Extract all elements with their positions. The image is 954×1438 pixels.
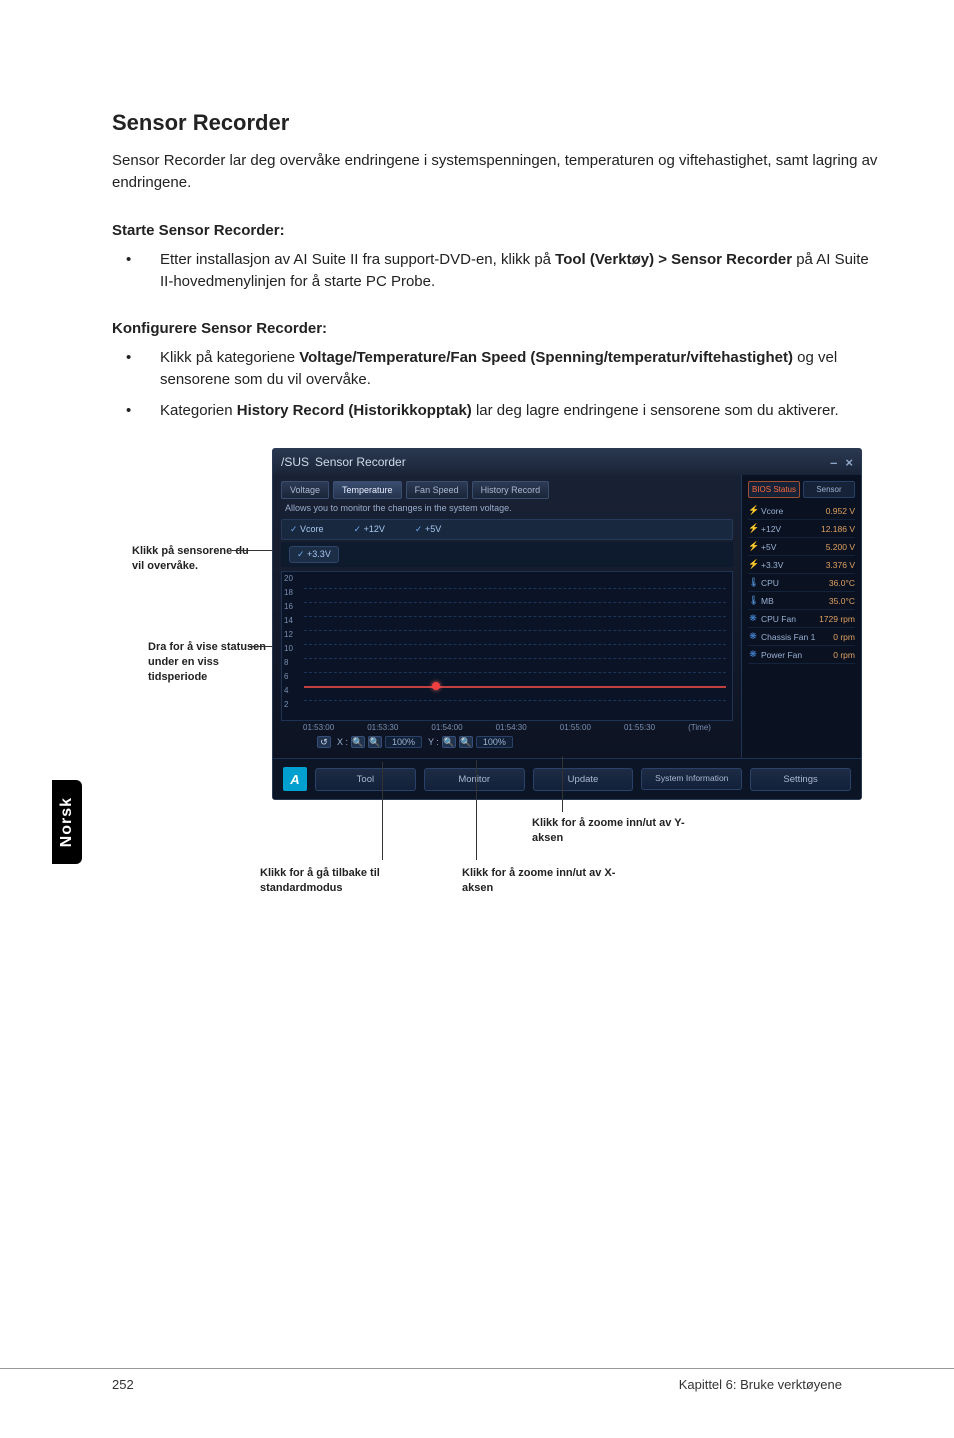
callout-reset: Klikk for å gå tilbake til standardmodus xyxy=(260,866,440,896)
config-heading: Konfigurere Sensor Recorder: xyxy=(112,320,882,337)
zoom-x-value: 100% xyxy=(385,736,422,748)
page-footer: 252 Kapittel 6: Bruke verktøyene xyxy=(0,1368,954,1392)
ai-suite-logo[interactable]: A xyxy=(283,767,307,791)
chapter-label: Kapittel 6: Bruke verktøyene xyxy=(679,1377,842,1392)
app-bottom-bar: A Tool Monitor Update System Information… xyxy=(273,758,861,799)
voltage-chart[interactable]: 20 18 16 14 12 10 8 6 4 2 xyxy=(281,571,733,721)
diagram: Klikk på sensorene du vil overvåke. Dra … xyxy=(112,448,882,800)
status-row: ❋CPU Fan1729 rpm xyxy=(748,610,855,628)
zoom-controls: ↺ X : 🔍 🔍 100% Y : 🔍 🔍 100% xyxy=(281,732,733,748)
status-row: 🌡CPU36.0°C xyxy=(748,574,855,592)
tab-description: Allows you to monitor the changes in the… xyxy=(285,503,733,513)
callout-zoom-y: Klikk for å zoome inn/ut av Y-aksen xyxy=(532,816,692,846)
close-icon[interactable]: × xyxy=(845,455,853,470)
status-row: ⚡Vcore0.952 V xyxy=(748,502,855,520)
status-row: ❋Power Fan0 rpm xyxy=(748,646,855,664)
ytick: 16 xyxy=(284,602,293,611)
fan-icon: ❋ xyxy=(748,649,758,660)
zoom-y-out-button[interactable]: 🔍 xyxy=(459,736,473,748)
minimize-icon[interactable]: – xyxy=(830,455,837,470)
tab-voltage[interactable]: Voltage xyxy=(281,481,329,499)
ytick: 2 xyxy=(284,700,288,709)
zoom-y-value: 100% xyxy=(476,736,513,748)
tab-bar: Voltage Temperature Fan Speed History Re… xyxy=(281,481,733,499)
sensor-recorder-window: /SUS Sensor Recorder – × Voltage Tempera… xyxy=(272,448,862,800)
callout-sensors: Klikk på sensorene du vil overvåke. xyxy=(132,544,252,574)
ytick: 8 xyxy=(284,658,288,667)
tab-fanspeed[interactable]: Fan Speed xyxy=(406,481,468,499)
list-item: Klikk på kategoriene Voltage/Temperature… xyxy=(112,347,882,392)
page-content: Sensor Recorder Sensor Recorder lar deg … xyxy=(112,110,882,800)
ytick: 6 xyxy=(284,672,288,681)
status-row: 🌡MB35.0°C xyxy=(748,592,855,610)
status-row: ⚡+3.3V3.376 V xyxy=(748,556,855,574)
sensor-strip: Vcore +12V +5V xyxy=(281,519,733,540)
page-number: 252 xyxy=(112,1377,134,1392)
bolt-icon: ⚡ xyxy=(748,505,758,516)
monitor-button[interactable]: Monitor xyxy=(424,768,525,791)
start-heading: Starte Sensor Recorder: xyxy=(112,222,882,239)
fan-icon: ❋ xyxy=(748,631,758,642)
bolt-icon: ⚡ xyxy=(748,523,758,534)
tool-button[interactable]: Tool xyxy=(315,768,416,791)
ytick: 20 xyxy=(284,574,293,583)
language-tab: Norsk xyxy=(52,780,82,864)
status-row: ⚡+12V12.186 V xyxy=(748,520,855,538)
zoom-x-out-button[interactable]: 🔍 xyxy=(368,736,382,748)
window-titlebar: /SUS Sensor Recorder – × xyxy=(273,449,861,475)
page-title: Sensor Recorder xyxy=(112,110,882,136)
thermometer-icon: 🌡 xyxy=(748,595,758,606)
sensor-5v[interactable]: +5V xyxy=(415,524,441,535)
update-button[interactable]: Update xyxy=(533,768,634,791)
callout-zoom-x: Klikk for å zoome inn/ut av X-aksen xyxy=(462,866,632,896)
ytick: 12 xyxy=(284,630,293,639)
side-tab-status[interactable]: BIOS Status xyxy=(748,481,800,498)
sensor-vcore[interactable]: Vcore xyxy=(290,524,324,535)
side-tab-sensor[interactable]: Sensor xyxy=(803,481,855,498)
chart-point xyxy=(432,682,440,690)
thermometer-icon: 🌡 xyxy=(748,577,758,588)
zoom-y-in-button[interactable]: 🔍 xyxy=(442,736,456,748)
bolt-icon: ⚡ xyxy=(748,541,758,552)
list-item: Etter installasjon av AI Suite II fra su… xyxy=(112,249,882,294)
window-title: Sensor Recorder xyxy=(315,455,406,469)
ytick: 10 xyxy=(284,644,293,653)
status-sidebar: BIOS Status Sensor ⚡Vcore0.952 V ⚡+12V12… xyxy=(741,475,861,758)
zoom-y-label: Y : xyxy=(428,737,439,747)
callout-drag: Dra for å vise statusen under en viss ti… xyxy=(148,640,268,685)
list-item: Kategorien History Record (Historikkoppt… xyxy=(112,400,882,423)
bolt-icon: ⚡ xyxy=(748,559,758,570)
settings-button[interactable]: Settings xyxy=(750,768,851,791)
status-row: ⚡+5V5.200 V xyxy=(748,538,855,556)
intro-text: Sensor Recorder lar deg overvåke endring… xyxy=(112,150,882,194)
brand-logo: /SUS xyxy=(281,455,309,469)
status-row: ❋Chassis Fan 10 rpm xyxy=(748,628,855,646)
fan-icon: ❋ xyxy=(748,613,758,624)
ytick: 18 xyxy=(284,588,293,597)
sysinfo-button[interactable]: System Information xyxy=(641,768,742,789)
zoom-reset-button[interactable]: ↺ xyxy=(317,736,331,748)
ytick: 14 xyxy=(284,616,293,625)
zoom-x-label: X : xyxy=(337,737,348,747)
ytick: 4 xyxy=(284,686,288,695)
tab-temperature[interactable]: Temperature xyxy=(333,481,402,499)
sensor-12v[interactable]: +12V xyxy=(354,524,385,535)
tab-history[interactable]: History Record xyxy=(472,481,550,499)
chart-line xyxy=(304,686,726,688)
x-axis: 01:53:0001:53:30 01:54:0001:54:30 01:55:… xyxy=(281,721,733,732)
zoom-x-in-button[interactable]: 🔍 xyxy=(351,736,365,748)
sensor-33v[interactable]: +3.3V xyxy=(289,546,339,563)
